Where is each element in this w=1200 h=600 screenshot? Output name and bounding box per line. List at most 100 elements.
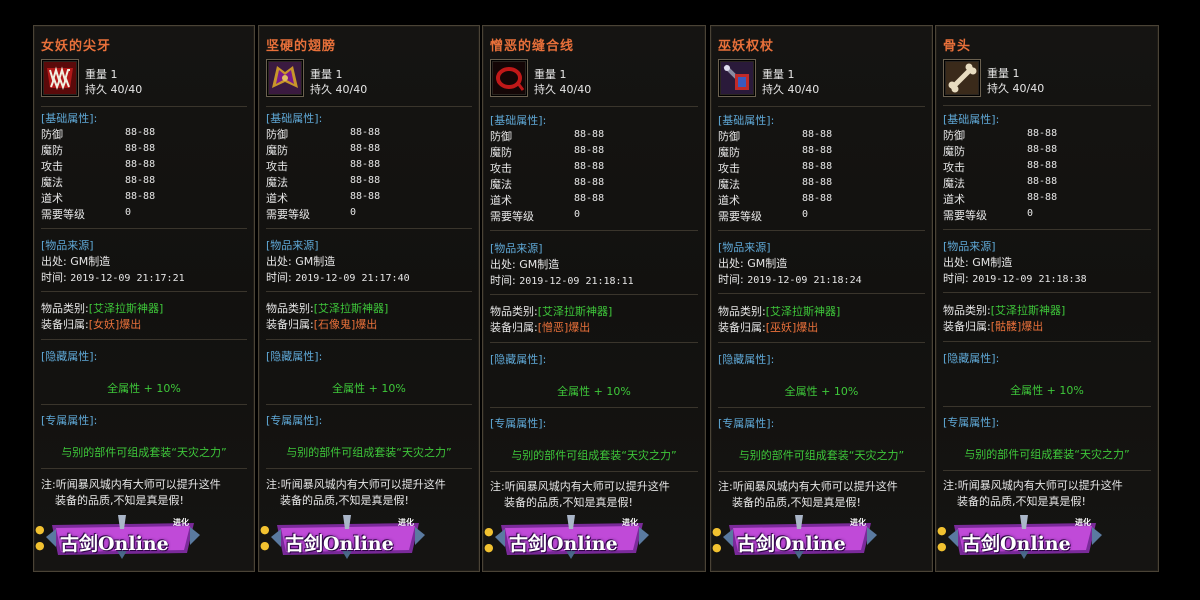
stat-value: 88-88 (1027, 192, 1058, 203)
item-name: 巫妖权杖 (718, 39, 775, 54)
note-text: 注:听闻暴风城内有大师可以提升这件 装备的品质,不知是真是假! (718, 480, 898, 509)
stat-value: 88-88 (125, 159, 156, 170)
hidden-attr-value: 全属性 + 10% (784, 385, 859, 398)
durability-stat: 持久 40/40 (310, 83, 368, 96)
stat-name: 需要等级 (41, 208, 85, 221)
time-row: 时间: 2019-12-09 21:18:24 (718, 273, 862, 286)
logo-subtitle: 进化 (173, 518, 189, 527)
stat-value: 88-88 (1027, 128, 1058, 139)
game-logo: 古剑Online 进化 (491, 515, 653, 559)
source-header: [物品来源] (718, 241, 771, 254)
category-row: 物品类别:[艾泽拉斯神器] (943, 304, 1066, 317)
stat-name: 道术 (943, 193, 965, 206)
weight-stat: 重量 1 (85, 68, 118, 81)
durability-stat: 持久 40/40 (85, 83, 143, 96)
item-tooltip-0: 女妖的尖牙 重量 1 持久 40/40 [基础属性]: 防御 88-88 魔防 88… (33, 25, 255, 572)
game-logo: 古剑Online 进化 (42, 515, 204, 559)
stat-value: 88-88 (574, 145, 605, 156)
weight-stat: 重量 1 (987, 67, 1020, 80)
logo-text: 古剑Online (509, 533, 618, 555)
item-tooltip-2: 憎恶的缝合线 重量 1 持久 40/40 [基础属性]: 防御 88-88 魔防 8… (482, 25, 706, 572)
stat-name: 魔法 (490, 178, 512, 191)
stat-value: 88-88 (350, 127, 381, 138)
game-logo: 古剑Online 进化 (944, 515, 1106, 559)
basic-attr-header: [基础属性]: (718, 114, 775, 127)
stat-name: 魔防 (266, 144, 288, 157)
stat-value: 88-88 (350, 175, 381, 186)
stat-value: 88-88 (802, 193, 833, 204)
time-row: 时间: 2019-12-09 21:17:21 (41, 271, 185, 284)
wing-icon (266, 59, 304, 97)
stat-value: 88-88 (802, 161, 833, 172)
stat-value: 88-88 (574, 129, 605, 140)
category-row: 物品类别:[艾泽拉斯神器] (266, 302, 389, 315)
stat-name: 防御 (266, 128, 288, 141)
stat-name: 魔法 (943, 177, 965, 190)
stat-name: 攻击 (41, 160, 63, 173)
stat-name: 道术 (41, 192, 63, 205)
logo-subtitle: 进化 (850, 518, 866, 527)
weight-stat: 重量 1 (310, 68, 343, 81)
time-row: 时间: 2019-12-09 21:17:40 (266, 271, 410, 284)
stat-name: 魔防 (490, 146, 512, 159)
suture-icon (490, 59, 528, 97)
stat-name: 魔防 (718, 146, 740, 159)
stat-value: 0 (1027, 208, 1034, 219)
note-text: 注:听闻暴风城内有大师可以提升这件 装备的品质,不知是真是假! (266, 478, 446, 507)
item-tooltip-4: 骨头 重量 1 持久 40/40 [基础属性]: 防御 88-88 魔防 88-88… (935, 25, 1159, 572)
stat-value: 88-88 (574, 161, 605, 172)
stat-value: 0 (125, 207, 132, 218)
stat-name: 需要等级 (266, 208, 310, 221)
basic-attr-header: [基础属性]: (266, 112, 323, 125)
stat-name: 魔防 (943, 145, 965, 158)
stat-name: 道术 (490, 194, 512, 207)
durability-stat: 持久 40/40 (534, 83, 592, 96)
set-bonus-text: 与别的部件可组成套装“天灾之力” (511, 449, 677, 462)
stat-name: 魔法 (266, 176, 288, 189)
belong-row: 装备归属:[骷髅]爆出 (943, 320, 1044, 333)
game-logo: 古剑Online 进化 (267, 515, 429, 559)
stat-value: 88-88 (574, 193, 605, 204)
exclusive-attr-header: [专属属性]: (490, 417, 547, 430)
origin-row: 出处: GM制造 (490, 258, 560, 271)
item-name: 坚硬的翅膀 (266, 39, 337, 54)
item-tooltip-3: 巫妖权杖 重量 1 持久 40/40 [基础属性]: 防御 88-88 魔防 88-… (710, 25, 933, 572)
exclusive-attr-header: [专属属性]: (943, 416, 1000, 429)
stat-value: 88-88 (125, 191, 156, 202)
logo-subtitle: 进化 (1075, 518, 1091, 527)
logo-subtitle: 进化 (622, 518, 638, 527)
hidden-attr-header: [隐藏属性]: (943, 352, 1000, 365)
stat-value: 88-88 (802, 129, 833, 140)
logo-text: 古剑Online (285, 533, 394, 555)
source-header: [物品来源] (943, 240, 996, 253)
stat-name: 道术 (718, 194, 740, 207)
belong-row: 装备归属:[巫妖]爆出 (718, 321, 819, 334)
category-row: 物品类别:[艾泽拉斯神器] (41, 302, 164, 315)
belong-row: 装备归属:[憎恶]爆出 (490, 321, 591, 334)
stat-value: 88-88 (125, 175, 156, 186)
logo-subtitle: 进化 (398, 518, 414, 527)
hidden-attr-value: 全属性 + 10% (107, 382, 181, 395)
exclusive-attr-header: [专属属性]: (266, 414, 323, 427)
stat-value: 88-88 (1027, 160, 1058, 171)
stat-value: 88-88 (350, 191, 381, 202)
durability-stat: 持久 40/40 (987, 82, 1045, 95)
source-header: [物品来源] (490, 242, 543, 255)
weight-stat: 重量 1 (534, 68, 567, 81)
hidden-attr-value: 全属性 + 10% (332, 382, 406, 395)
stat-name: 需要等级 (490, 210, 534, 223)
stat-name: 需要等级 (943, 209, 987, 222)
set-bonus-text: 与别的部件可组成套装“天灾之力” (61, 446, 227, 459)
stat-value: 88-88 (350, 159, 381, 170)
stat-name: 魔防 (41, 144, 63, 157)
stat-value: 88-88 (1027, 176, 1058, 187)
basic-attr-header: [基础属性]: (490, 114, 547, 127)
logo-text: 古剑Online (962, 533, 1071, 555)
belong-row: 装备归属:[女妖]爆出 (41, 318, 142, 331)
item-name: 女妖的尖牙 (41, 39, 112, 54)
stat-name: 攻击 (718, 162, 740, 175)
belong-row: 装备归属:[石像鬼]爆出 (266, 318, 378, 331)
stat-name: 攻击 (490, 162, 512, 175)
source-header: [物品来源] (41, 239, 94, 252)
category-row: 物品类别:[艾泽拉斯神器] (490, 305, 613, 318)
